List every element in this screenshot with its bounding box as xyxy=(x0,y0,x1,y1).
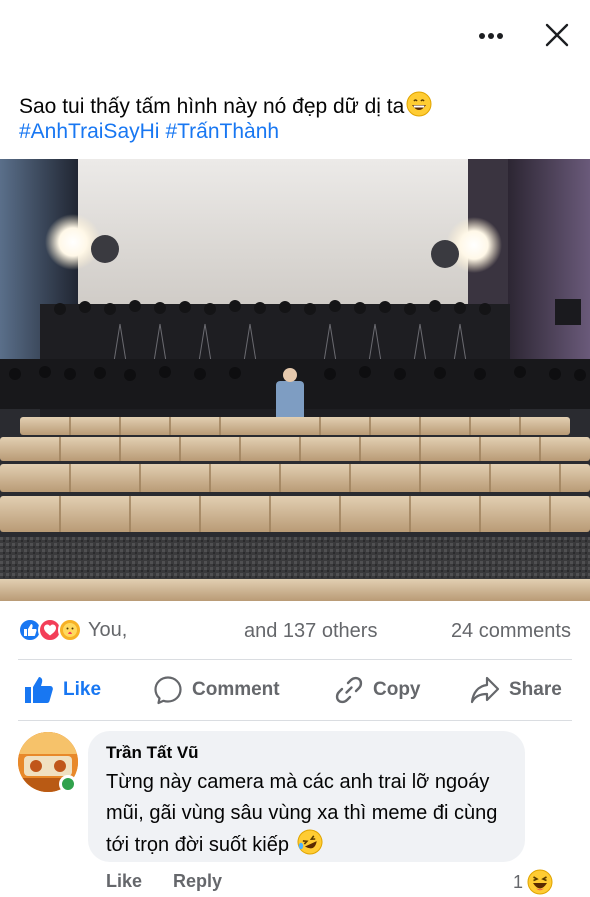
like-button[interactable]: Like xyxy=(24,670,101,710)
hashtag-link[interactable]: #AnhTraiSayHi xyxy=(19,120,159,143)
reaction-others-label[interactable]: and 137 others xyxy=(244,620,377,643)
care-reaction-icon xyxy=(58,618,82,642)
comment-icon xyxy=(154,676,182,705)
grinning-emoji-icon xyxy=(406,91,432,124)
like-label: Like xyxy=(63,679,102,700)
more-options-button[interactable] xyxy=(472,22,510,50)
comment-text: Từng này camera mà các anh trai lỡ ngoáy… xyxy=(106,767,507,865)
rolling-laughing-emoji-icon xyxy=(297,829,323,865)
reaction-stats: You, and 137 others 24 comments xyxy=(0,608,590,654)
top-bar xyxy=(0,0,590,75)
comment-like-button[interactable]: Like xyxy=(106,871,142,891)
copy-label: Copy xyxy=(373,679,421,700)
comment-label: Comment xyxy=(192,679,280,700)
close-button[interactable] xyxy=(540,18,574,52)
copy-link-button[interactable]: Copy xyxy=(334,670,421,710)
comment-author[interactable]: Trần Tất Vũ xyxy=(106,741,507,765)
comment-bubble: Trần Tất Vũ Từng này camera mà các anh t… xyxy=(88,731,525,862)
reaction-summary[interactable]: You, xyxy=(18,618,127,642)
action-bar: Like Comment Copy Share xyxy=(0,662,590,718)
post-photo[interactable] xyxy=(0,159,590,601)
comments-count[interactable]: 24 comments xyxy=(451,620,571,643)
close-icon xyxy=(545,23,569,47)
post-text-body: Sao tui thấy tấm hình này nó đẹp dữ dị t… xyxy=(19,95,405,118)
share-button[interactable]: Share xyxy=(470,670,562,710)
comment-button[interactable]: Comment xyxy=(153,670,280,710)
share-label: Share xyxy=(509,679,562,700)
haha-reaction-icon xyxy=(527,869,553,895)
post-hashtags: #AnhTraiSayHi #TrấnThành xyxy=(19,118,285,145)
share-icon xyxy=(470,676,500,704)
divider xyxy=(18,659,572,660)
more-horizontal-icon xyxy=(479,33,503,39)
thumbs-up-icon xyxy=(25,677,53,703)
hashtag-link[interactable]: #TrấnThành xyxy=(165,120,279,143)
link-icon xyxy=(335,676,363,704)
reaction-you-label: You, xyxy=(88,618,128,641)
comment-reaction-summary[interactable]: 1 xyxy=(513,869,553,895)
online-status-indicator xyxy=(59,775,77,793)
comment-reply-button[interactable]: Reply xyxy=(173,871,222,891)
comment-reaction-count: 1 xyxy=(513,871,524,892)
comment-actions: Like Reply xyxy=(106,871,248,892)
divider xyxy=(18,720,572,721)
